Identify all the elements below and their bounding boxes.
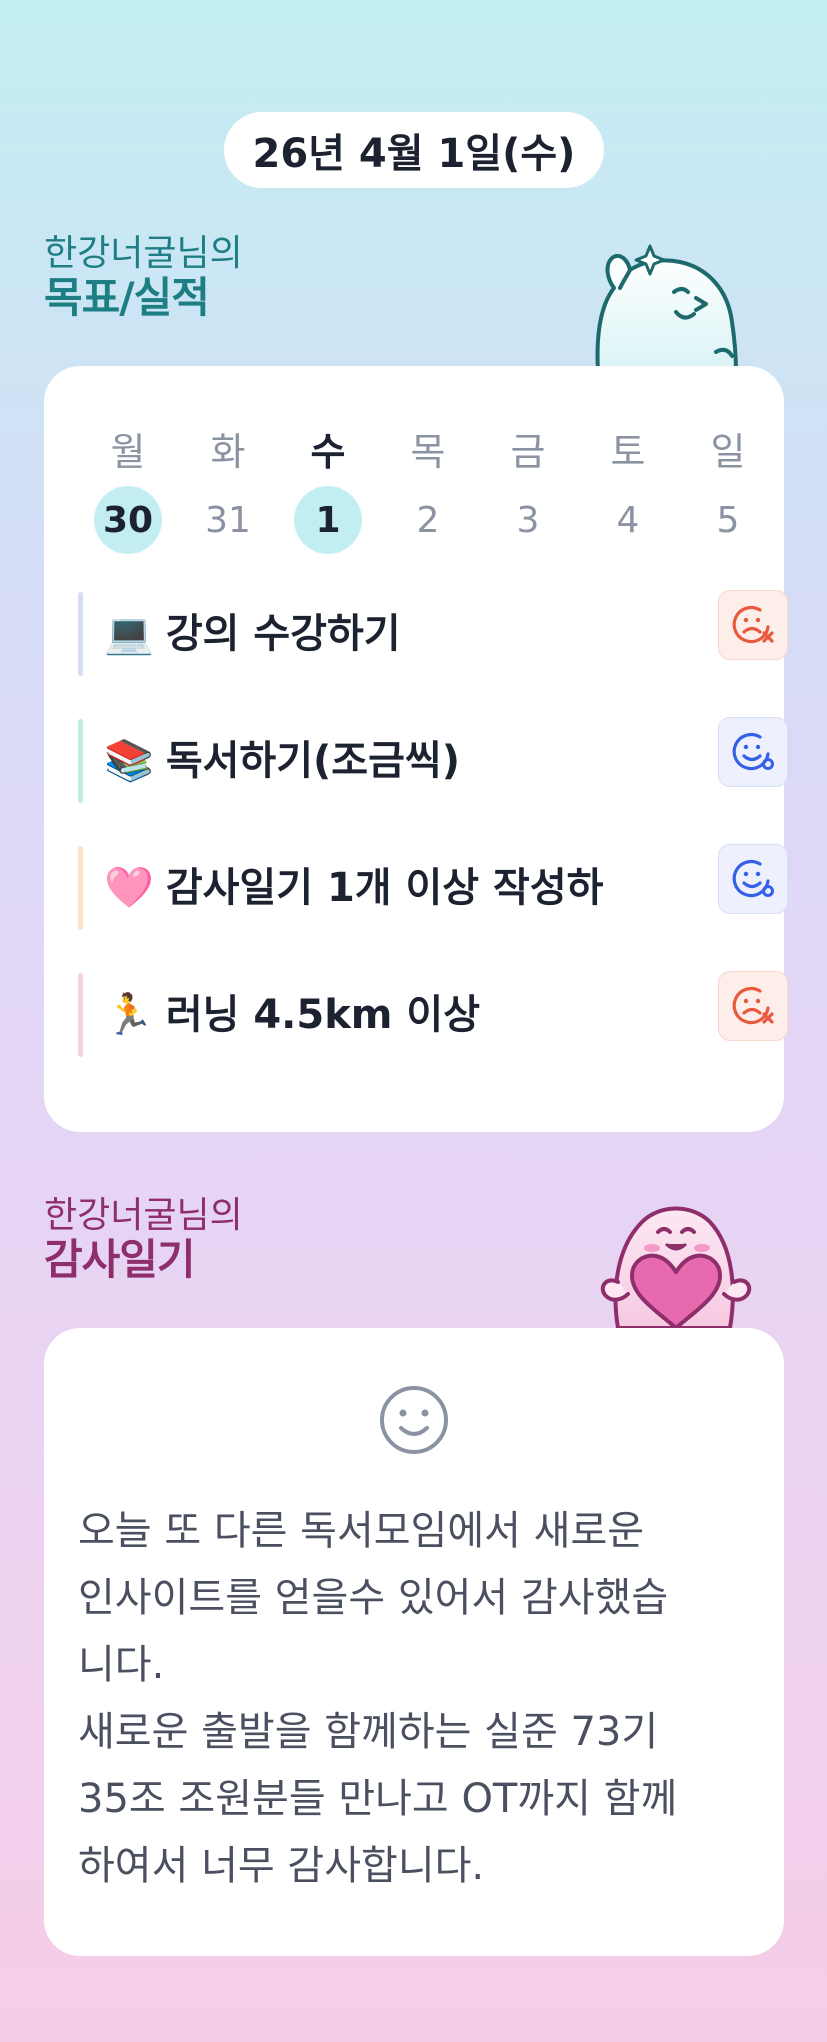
goal-status-done-button[interactable] [718, 844, 788, 914]
goal-status-done-button[interactable] [718, 717, 788, 787]
gratitude-entry-text: 오늘 또 다른 독서모임에서 새로운 인사이트를 얻을수 있어서 감사했습 니다… [78, 1508, 678, 1889]
runner-icon: 🏃 [104, 992, 154, 1038]
goal-label: 🩷 감사일기 1개 이상 작성하 [104, 846, 603, 930]
day-name: 수 [310, 430, 346, 474]
day-name: 목 [410, 430, 446, 474]
laptop-icon: 💻 [104, 611, 154, 657]
goal-color-bar [78, 719, 83, 803]
goal-label: 💻 강의 수강하기 [104, 592, 401, 676]
day-name: 일 [710, 430, 746, 474]
pink-heart-icon: 🩷 [104, 865, 154, 911]
day-number[interactable]: 5 [694, 486, 762, 554]
day-name: 화 [210, 430, 246, 474]
goal-status-fail-button[interactable] [718, 971, 788, 1041]
happy-face-check-icon [732, 859, 774, 898]
goal-item[interactable]: 🩷 감사일기 1개 이상 작성하 [78, 844, 788, 930]
mascot-thumbs-up-illustration [595, 244, 738, 372]
sad-face-x-icon [732, 986, 774, 1025]
goal-label: 🏃 러닝 4.5km 이상 [104, 973, 480, 1057]
day-fri[interactable]: 금 3 [478, 426, 578, 554]
mascot-heart-illustration [600, 1206, 752, 1328]
books-icon: 📚 [104, 738, 154, 784]
goals-card: 월 30 화 31 수 1 목 2 금 3 토 4 일 5 💻 강의 수강하기 … [44, 366, 788, 1132]
day-name: 토 [610, 430, 646, 474]
gratitude-title: 감사일기 [44, 1235, 196, 1284]
goal-label-text: 러닝 4.5km 이상 [165, 992, 481, 1038]
goal-label-text: 강의 수강하기 [165, 611, 401, 657]
goal-label-text: 감사일기 1개 이상 작성하 [165, 865, 604, 911]
mood-smile-icon [380, 1386, 448, 1454]
goal-color-bar [78, 592, 83, 676]
day-number[interactable]: 30 [94, 486, 162, 554]
day-number[interactable]: 31 [194, 486, 262, 554]
date-header[interactable]: 26년 4월 1일(수) [224, 112, 604, 188]
goal-color-bar [78, 973, 83, 1057]
goal-item[interactable]: 🏃 러닝 4.5km 이상 [78, 971, 788, 1057]
goal-color-bar [78, 846, 83, 930]
goals-title: 목표/실적 [44, 273, 210, 322]
day-number[interactable]: 2 [394, 486, 462, 554]
smile-icon[interactable] [378, 1384, 450, 1456]
day-name: 금 [510, 430, 546, 474]
gratitude-card: 오늘 또 다른 독서모임에서 새로운 인사이트를 얻을수 있어서 감사했습 니다… [44, 1328, 784, 1956]
day-number[interactable]: 1 [294, 486, 362, 554]
goal-status-fail-button[interactable] [718, 590, 788, 660]
day-sun[interactable]: 일 5 [678, 426, 778, 554]
happy-face-check-icon [732, 732, 774, 771]
goals-section-heading: 한강너굴님의 목표/실적 [44, 234, 243, 322]
sad-face-x-icon [732, 605, 774, 644]
day-number[interactable]: 3 [494, 486, 562, 554]
week-strip: 월 30 화 31 수 1 목 2 금 3 토 4 일 5 [78, 426, 778, 554]
goal-label-text: 독서하기(조금씩) [165, 738, 460, 784]
gratitude-section-heading: 한강너굴님의 감사일기 [44, 1196, 243, 1284]
day-thu[interactable]: 목 2 [378, 426, 478, 554]
gratitude-owner-label: 한강너굴님의 [44, 1195, 243, 1236]
goals-owner-label: 한강너굴님의 [44, 233, 243, 274]
day-wed[interactable]: 수 1 [278, 426, 378, 554]
day-name: 월 [110, 430, 146, 474]
goal-label: 📚 독서하기(조금씩) [104, 719, 460, 803]
day-number[interactable]: 4 [594, 486, 662, 554]
goal-item[interactable]: 📚 독서하기(조금씩) [78, 717, 788, 803]
day-mon[interactable]: 월 30 [78, 426, 178, 554]
goal-item[interactable]: 💻 강의 수강하기 [78, 590, 788, 676]
day-tue[interactable]: 화 31 [178, 426, 278, 554]
day-sat[interactable]: 토 4 [578, 426, 678, 554]
